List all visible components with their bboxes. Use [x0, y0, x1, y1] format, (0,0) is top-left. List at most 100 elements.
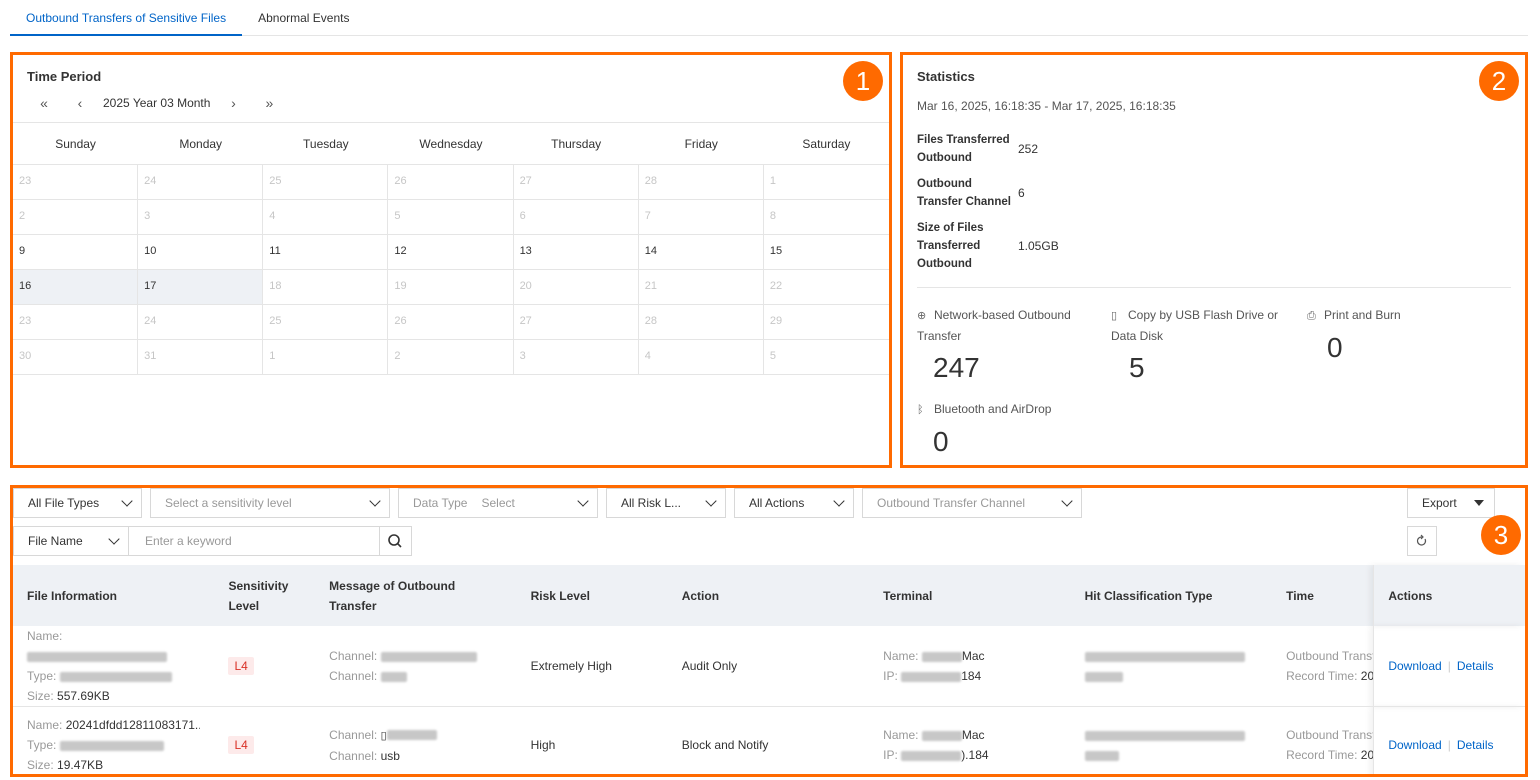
calendar-day-cell[interactable]: 19 — [388, 270, 514, 304]
details-link[interactable]: Details — [1457, 659, 1494, 673]
tab-abnormal-events[interactable]: Abnormal Events — [242, 0, 365, 36]
refresh-button[interactable] — [1407, 526, 1437, 556]
calendar-day-cell[interactable]: 1 — [764, 165, 889, 199]
hit-classification-cell — [1070, 626, 1273, 707]
next-year-icon[interactable]: » — [260, 95, 278, 111]
calendar-day-cell[interactable]: 16 — [13, 270, 139, 304]
chevron-down-icon — [1061, 495, 1073, 507]
header-risk-level[interactable]: Risk Level — [516, 565, 668, 626]
files-size-label: Size of Files Transferred Outbound — [917, 222, 984, 270]
calendar-day-cell[interactable]: 28 — [639, 165, 764, 199]
weekday-monday: Monday — [179, 137, 223, 151]
next-month-icon[interactable]: › — [224, 95, 242, 111]
calendar-day-cell[interactable]: 31 — [138, 340, 264, 374]
sensitivity-cell: L4 — [214, 626, 316, 707]
transfer-channel-select[interactable]: Outbound Transfer Channel — [862, 488, 1082, 518]
calendar-day-cell[interactable]: 21 — [639, 270, 764, 304]
calendar-day-cell[interactable]: 5 — [764, 340, 889, 374]
calendar-day-cell[interactable]: 9 — [13, 235, 139, 269]
actions-filter-select[interactable]: All Actions — [734, 488, 854, 518]
header-hit-classification[interactable]: Hit Classification Type — [1070, 565, 1273, 626]
chevron-down-icon — [577, 495, 589, 507]
risk-level-select[interactable]: All Risk L... — [606, 488, 726, 518]
files-transferred-label: Files Transferred Outbound — [917, 134, 1010, 164]
header-time[interactable]: Time — [1272, 565, 1374, 626]
tab-outbound-transfers[interactable]: Outbound Transfers of Sensitive Files — [10, 0, 243, 36]
risk-level-cell: Extremely High — [516, 626, 668, 707]
time-cell: Outbound Transfer Record Time: 2025 — [1272, 706, 1374, 774]
search-button[interactable] — [379, 526, 412, 556]
calendar-day-cell[interactable]: 30 — [13, 340, 139, 374]
calendar-day-cell[interactable]: 26 — [388, 305, 514, 339]
statistics-time-range: Mar 16, 2025, 16:18:35 - Mar 17, 2025, 1… — [917, 99, 1176, 113]
row-actions-cell: Download | Details — [1373, 706, 1525, 774]
calendar-day-cell[interactable]: 4 — [639, 340, 764, 374]
table-row: Name: 20241dfdd12811083171... Type: Size… — [13, 706, 1525, 774]
calendar-day-cell[interactable]: 12 — [388, 235, 514, 269]
redacted-classification — [1084, 750, 1119, 761]
calendar-day-cell[interactable]: 24 — [138, 165, 264, 199]
row-actions-cell: Download | Details — [1373, 626, 1525, 707]
calendar-week-row: 16 17 18 19 20 21 22 — [13, 270, 889, 305]
calendar-day-cell[interactable]: 11 — [263, 235, 389, 269]
data-type-select[interactable]: Data Type Select — [398, 488, 598, 518]
sensitivity-level-select[interactable]: Select a sensitivity level — [150, 488, 390, 518]
calendar-day-cell[interactable]: 18 — [263, 270, 389, 304]
calendar-day-cell[interactable]: 5 — [388, 200, 514, 234]
export-button[interactable]: Export — [1407, 488, 1495, 518]
calendar-day-cell[interactable]: 27 — [514, 305, 639, 339]
calendar-day-cell[interactable]: 13 — [514, 235, 639, 269]
file-type-select[interactable]: All File Types — [13, 488, 142, 518]
chevron-down-icon — [833, 495, 845, 507]
calendar-day-cell[interactable]: 29 — [764, 305, 889, 339]
calendar-day-cell[interactable]: 23 — [13, 165, 139, 199]
search-field-select[interactable]: File Name — [13, 526, 129, 556]
tab-bar: Outbound Transfers of Sensitive Files Ab… — [10, 0, 1528, 36]
header-file-information[interactable]: File Information — [13, 565, 215, 626]
calendar-day-cell[interactable]: 7 — [639, 200, 764, 234]
calendar-day-cell[interactable]: 3 — [514, 340, 639, 374]
previous-month-icon[interactable]: ‹ — [71, 95, 89, 111]
calendar-day-cell[interactable]: 23 — [13, 305, 139, 339]
calendar-day-cell[interactable]: 1 — [263, 340, 389, 374]
calendar-weekday-header: Sunday Monday Tuesday Wednesday Thursday… — [13, 123, 889, 165]
keyword-search-input[interactable] — [128, 526, 380, 556]
calendar-day-cell[interactable]: 6 — [514, 200, 639, 234]
calendar-day-cell[interactable]: 25 — [263, 165, 389, 199]
header-message[interactable]: Message of Outbound Transfer — [315, 565, 517, 626]
calendar-day-cell[interactable]: 27 — [514, 165, 639, 199]
calendar-day-cell[interactable]: 24 — [138, 305, 264, 339]
calendar-day-cell[interactable]: 2 — [13, 200, 139, 234]
channel-print: ⎙ Print and Burn — [1307, 305, 1467, 326]
redacted-classification — [1084, 671, 1123, 682]
details-link[interactable]: Details — [1457, 738, 1494, 752]
calendar-day-cell[interactable]: 25 — [263, 305, 389, 339]
calendar-day-cell[interactable]: 20 — [514, 270, 639, 304]
header-terminal[interactable]: Terminal — [869, 565, 1071, 626]
redacted-file-name — [27, 651, 167, 662]
calendar-week-row: 2345678 — [13, 200, 889, 235]
redacted-file-type — [59, 740, 164, 751]
redacted-terminal-name — [921, 730, 962, 741]
calendar-day-cell[interactable]: 14 — [639, 235, 764, 269]
time-period-title: Time Period — [27, 69, 102, 84]
calendar-day-cell[interactable]: 2 — [388, 340, 514, 374]
calendar-day-cell[interactable]: 8 — [764, 200, 889, 234]
calendar-day-cell[interactable]: 3 — [138, 200, 264, 234]
calendar-week-row: 23 24 25 26 27 28 29 — [13, 305, 889, 340]
redacted-ip — [901, 750, 962, 761]
calendar-day-cell[interactable]: 26 — [388, 165, 514, 199]
statistics-title: Statistics — [917, 69, 975, 84]
hit-classification-cell — [1070, 706, 1273, 774]
header-action[interactable]: Action — [667, 565, 870, 626]
previous-year-icon[interactable]: « — [35, 95, 53, 111]
calendar-day-cell[interactable]: 17 — [138, 270, 264, 304]
calendar-day-cell[interactable]: 22 — [764, 270, 889, 304]
download-link[interactable]: Download — [1388, 738, 1441, 752]
calendar-day-cell[interactable]: 10 — [138, 235, 264, 269]
header-sensitivity-level[interactable]: Sensitivity Level — [214, 565, 316, 626]
download-link[interactable]: Download — [1388, 659, 1441, 673]
calendar-day-cell[interactable]: 4 — [263, 200, 389, 234]
calendar-day-cell[interactable]: 15 — [764, 235, 889, 269]
calendar-day-cell[interactable]: 28 — [639, 305, 764, 339]
